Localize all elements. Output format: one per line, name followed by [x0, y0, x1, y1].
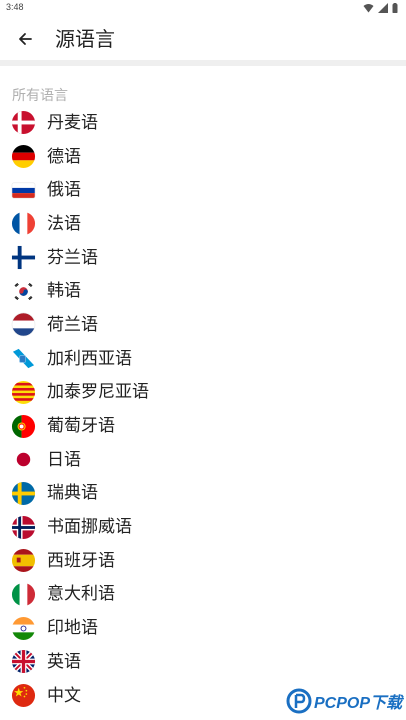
china-flag-icon [11, 683, 36, 708]
language-item-french[interactable]: 法语 [0, 207, 406, 241]
uk-flag-icon [11, 650, 36, 674]
language-item-dutch[interactable]: 荷兰语 [0, 308, 406, 342]
language-item-spanish[interactable]: 西班牙语 [0, 544, 406, 578]
back-button[interactable] [10, 24, 40, 54]
language-label: 中文 [47, 685, 81, 706]
finland-flag-icon [11, 245, 36, 271]
denmark-flag-icon [11, 111, 36, 135]
language-item-finnish[interactable]: 芬兰语 [0, 241, 406, 275]
language-label: 荷兰语 [47, 314, 98, 335]
language-item-german[interactable]: 德语 [0, 140, 406, 174]
language-content[interactable]: 所有语言 丹麦语 德语 俄语 法语 芬兰语 韩语 荷兰语 加利西亚语 加泰罗尼亚… [0, 66, 406, 720]
language-item-korean[interactable]: 韩语 [0, 274, 406, 308]
language-label: 瑞典语 [47, 483, 98, 504]
language-label: 丹麦语 [47, 112, 98, 133]
galicia-flag-icon [11, 346, 36, 372]
sweden-flag-icon [11, 481, 36, 505]
language-label: 德语 [47, 146, 81, 167]
italy-flag-icon [11, 582, 36, 607]
germany-flag-icon [11, 144, 36, 169]
language-label: 韩语 [47, 281, 81, 302]
korea-flag-icon [11, 278, 36, 304]
language-item-galician[interactable]: 加利西亚语 [0, 342, 406, 376]
battery-icon [392, 3, 398, 13]
watermark-text: PCPOP下载 [313, 695, 402, 712]
language-label: 葡萄牙语 [47, 416, 115, 437]
india-flag-icon [11, 616, 36, 640]
language-label: 西班牙语 [47, 550, 115, 571]
arrow-back-icon [19, 33, 32, 45]
language-item-hindi[interactable]: 印地语 [0, 611, 406, 645]
france-flag-icon [11, 212, 36, 236]
language-item-russian[interactable]: 俄语 [0, 173, 406, 207]
signal-icon [378, 3, 388, 13]
language-item-english[interactable]: 英语 [0, 645, 406, 679]
language-item-danish[interactable]: 丹麦语 [0, 106, 406, 140]
language-item-swedish[interactable]: 瑞典语 [0, 477, 406, 511]
language-label: 俄语 [47, 180, 81, 201]
norway-flag-icon [11, 515, 36, 539]
language-label: 加泰罗尼亚语 [47, 382, 149, 403]
language-label: 书面挪威语 [47, 517, 132, 538]
russia-flag-icon [11, 182, 36, 199]
language-label: 印地语 [47, 618, 98, 639]
section-header-all-languages: 所有语言 [12, 88, 68, 104]
japan-flag-icon [11, 447, 36, 473]
language-label: 法语 [47, 213, 81, 234]
language-label: 日语 [47, 449, 81, 470]
page-title: 源语言 [55, 27, 115, 51]
language-item-portuguese[interactable]: 葡萄牙语 [0, 409, 406, 443]
language-label: 芬兰语 [47, 247, 98, 268]
language-list: 丹麦语 德语 俄语 法语 芬兰语 韩语 荷兰语 加利西亚语 加泰罗尼亚语 葡萄牙… [0, 106, 406, 712]
catalonia-flag-icon [11, 380, 36, 404]
wifi-icon [363, 4, 374, 13]
language-item-catalan[interactable]: 加泰罗尼亚语 [0, 376, 406, 410]
pcpop-logo-icon [286, 688, 312, 714]
watermark: PCPOP下载 [286, 688, 402, 714]
language-item-japanese[interactable]: 日语 [0, 443, 406, 477]
netherlands-flag-icon [11, 313, 36, 337]
language-label: 英语 [47, 651, 81, 672]
language-item-italian[interactable]: 意大利语 [0, 578, 406, 612]
spain-flag-icon [11, 549, 36, 573]
status-bar: 3:48 [0, 0, 406, 18]
status-time: 3:48 [6, 2, 24, 12]
app-bar: 源语言 [0, 18, 406, 60]
language-item-norwegian[interactable]: 书面挪威语 [0, 510, 406, 544]
language-label: 加利西亚语 [47, 348, 132, 369]
status-icons [363, 3, 398, 13]
language-label: 意大利语 [47, 584, 115, 605]
portugal-flag-icon [11, 414, 36, 438]
